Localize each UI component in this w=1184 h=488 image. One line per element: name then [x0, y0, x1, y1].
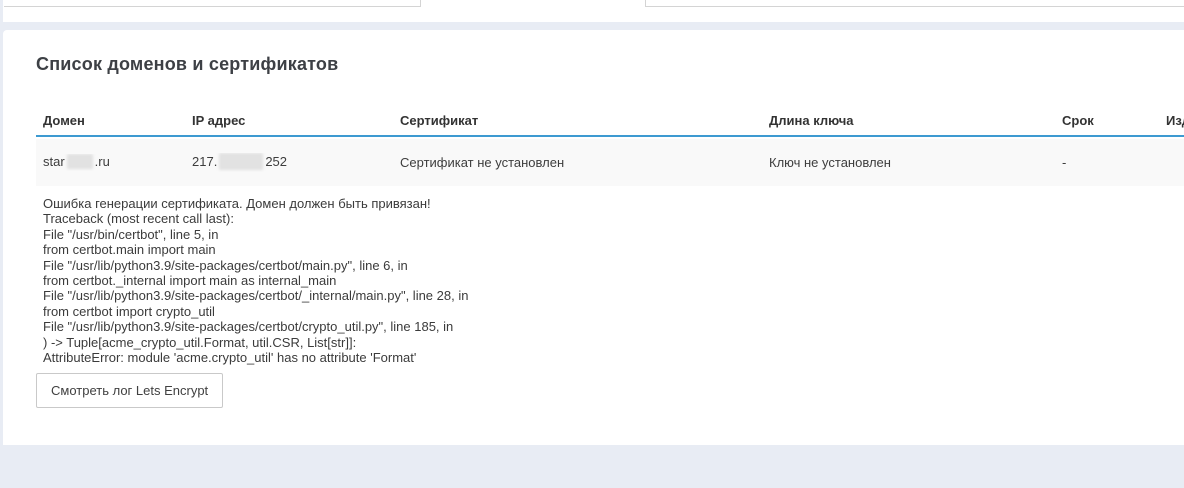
certificate-cell: Сертификат не установлен — [393, 155, 762, 170]
domain-suffix: .ru — [95, 154, 110, 169]
ip-suffix: 252 — [265, 154, 287, 169]
error-log-line: File "/usr/lib/python3.9/site-packages/c… — [43, 258, 1173, 273]
error-log-line: File "/usr/lib/python3.9/site-packages/c… — [43, 319, 1173, 334]
domains-certificates-panel: Список доменов и сертификатов Домен IP а… — [3, 30, 1184, 445]
error-log-line: File "/usr/bin/certbot", line 5, in — [43, 227, 1173, 242]
domain-prefix: star — [43, 154, 65, 169]
ip-prefix: 217. — [192, 154, 217, 169]
ip-cell: 217. 252 — [185, 153, 393, 172]
error-log-line: File "/usr/lib/python3.9/site-packages/c… — [43, 288, 1173, 303]
column-header-issuer: Издатель — [1159, 113, 1184, 128]
domain-cell: star .ru — [36, 154, 185, 171]
column-header-ip: IP адрес — [185, 113, 393, 128]
tab-active-partial[interactable] — [422, 0, 645, 7]
table-row[interactable]: star .ru 217. 252 Сертификат не установлен… — [36, 139, 1184, 186]
column-header-certificate: Сертификат — [393, 113, 762, 128]
tab-left-partial[interactable] — [4, 0, 421, 7]
domain-censored-blur — [67, 154, 93, 169]
table-header-row: Домен IP адрес Сертификат Длина ключа Ср… — [36, 105, 1184, 137]
error-log-line: from certbot.main import main — [43, 242, 1173, 257]
error-log-line: Traceback (most recent call last): — [43, 211, 1173, 226]
view-lets-encrypt-log-button[interactable]: Смотреть лог Lets Encrypt — [36, 373, 223, 408]
error-log-line: Ошибка генерации сертификата. Домен долж… — [43, 196, 1173, 211]
column-header-domain: Домен — [36, 113, 185, 128]
column-header-key-length: Длина ключа — [762, 113, 1055, 128]
error-log-line: AttributeError: module 'acme.crypto_util… — [43, 350, 1173, 365]
key-length-cell: Ключ не установлен — [762, 155, 1055, 170]
certificate-error-log: Ошибка генерации сертификата. Домен долж… — [43, 196, 1173, 365]
tab-right-partial[interactable] — [645, 0, 1184, 7]
column-header-term: Срок — [1055, 113, 1159, 128]
page-title: Список доменов и сертификатов — [36, 54, 338, 75]
error-log-line: ) -> Tuple[acme_crypto_util.Format, util… — [43, 335, 1173, 350]
error-log-line: from certbot import crypto_util — [43, 304, 1173, 319]
term-cell: - — [1055, 155, 1159, 170]
ip-censored-blur — [219, 153, 263, 170]
error-log-line: from certbot._internal import main as in… — [43, 273, 1173, 288]
tab-bar — [3, 0, 1184, 22]
